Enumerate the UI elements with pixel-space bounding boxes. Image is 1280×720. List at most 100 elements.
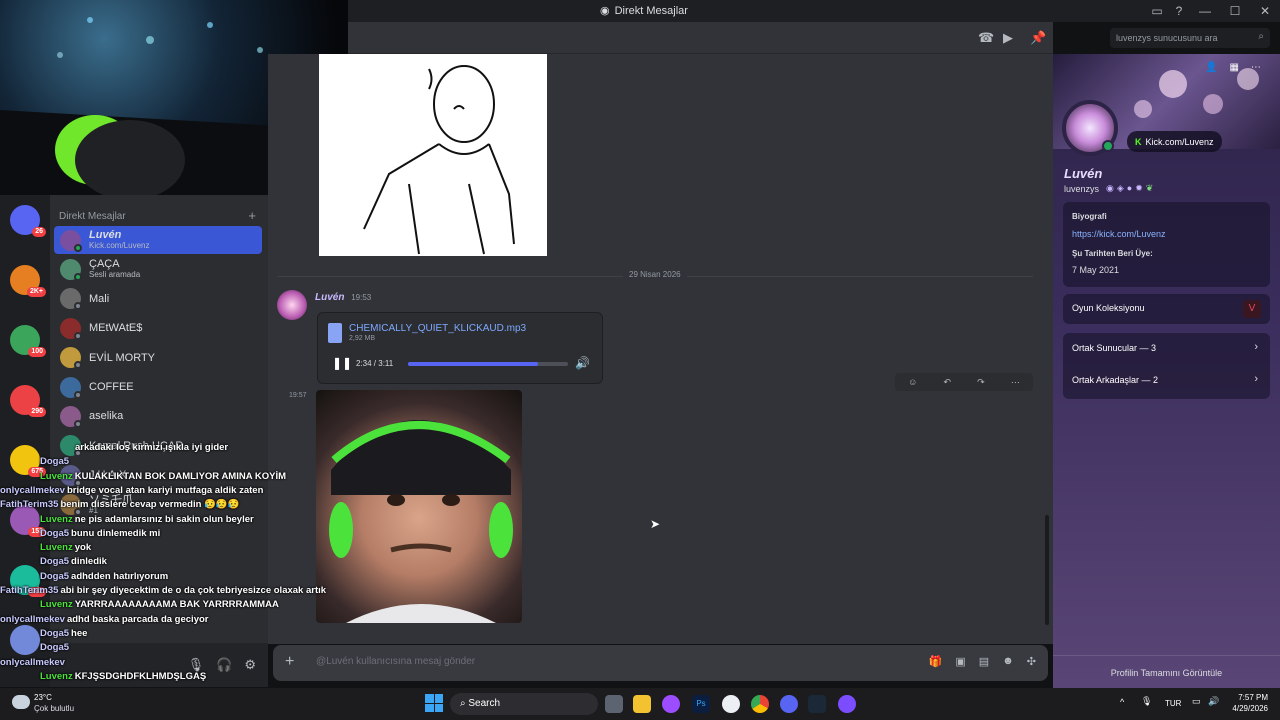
badge-icon[interactable]: ◉ (1106, 183, 1114, 194)
audio-progress-track[interactable] (408, 362, 568, 366)
dm-item[interactable]: MEtWAtE$ (54, 314, 262, 342)
overlay-chat-line: Doga5 dinledik (40, 556, 107, 567)
maximize-button[interactable]: ☐ (1220, 0, 1250, 22)
dm-name: EVİL MORTY (89, 351, 156, 364)
status-dot (74, 390, 82, 399)
inbox-icon[interactable]: ▭ (1146, 0, 1168, 22)
overlay-chat-line: Doga5 (40, 456, 71, 467)
apps-icon[interactable]: ✣ (1027, 655, 1036, 668)
app-icon[interactable] (722, 695, 740, 713)
overlay-chat-line: Doga5 hee (40, 628, 87, 639)
leaf-badge-icon[interactable]: ❦ (1146, 183, 1154, 194)
server-icon[interactable]: 100 (10, 325, 46, 357)
windows-start-icon[interactable] (425, 694, 443, 712)
app-icon[interactable] (838, 695, 856, 713)
message-time: 19:53 (351, 293, 372, 302)
chat-username: Doga5 (40, 570, 70, 582)
dm-item[interactable]: EVİL MORTY (54, 344, 262, 372)
reaction-icon[interactable]: ☺ (908, 377, 917, 387)
chat-message: adhdden hatırlıyorum (71, 570, 169, 582)
video-call-icon[interactable]: ▶ (1003, 30, 1013, 46)
language-indicator[interactable]: TUR (1165, 699, 1181, 708)
volume-icon[interactable]: 🔊 (1208, 696, 1219, 707)
task-view-icon[interactable] (605, 695, 623, 713)
photoshop-icon[interactable]: Ps (692, 695, 710, 713)
badge-icon[interactable]: ● (1127, 183, 1132, 194)
view-full-profile[interactable]: Profilin Tamamını Görüntüle (1053, 655, 1280, 688)
minimize-button[interactable]: — (1190, 0, 1220, 22)
dm-item[interactable]: Luvén Kick.com/Luvenz (54, 226, 262, 254)
discord-icon[interactable] (780, 695, 798, 713)
message-input[interactable]: + @Luvén kullanıcısına mesaj gönder 🎁 ▣ … (273, 645, 1048, 681)
more-icon[interactable]: ⋯ (1011, 377, 1020, 388)
microphone-icon[interactable]: 🎙 (1141, 696, 1152, 707)
dm-item[interactable]: Mali (54, 285, 262, 313)
pin-icon[interactable]: 📌 (1030, 30, 1046, 46)
taskbar-search[interactable]: ⌕ Search (450, 693, 598, 715)
badge-icon[interactable]: ✹ (1135, 183, 1143, 194)
status-dot (74, 419, 82, 428)
chat-header: ☎ ▶ 📌 (348, 22, 1053, 54)
chat-username: Luvenz (40, 513, 73, 525)
pause-icon[interactable]: ❚❚ (332, 356, 352, 370)
audio-filename[interactable]: CHEMICALLY_QUIET_KLICKAUD.mp3 (349, 323, 526, 334)
close-button[interactable]: ✕ (1250, 0, 1280, 22)
chevron-right-icon: › (1254, 373, 1258, 385)
chrome-icon[interactable] (751, 695, 769, 713)
dm-item[interactable]: aselika (54, 402, 262, 430)
chat-message: KULAKLIKTAN BOK DAMLIYOR AMINA KOYİM (74, 470, 287, 482)
more-icon[interactable]: ⋯ (1251, 62, 1261, 73)
server-icon[interactable]: 290 (10, 385, 46, 417)
mutual-friends[interactable]: Ortak Arkadaşlar — 2 (1072, 375, 1158, 385)
badge-icon[interactable]: ◈ (1117, 183, 1124, 194)
overlay-chat-line: Luvenz ne pis adamlarsınız bi sakin olun … (40, 514, 254, 525)
sticker-icon[interactable]: ▤ (979, 655, 989, 668)
chat-message: bridge vocal atan kariyi mutfaga aldik z… (66, 484, 264, 496)
dm-item[interactable]: ÇAÇA Sesli aramada (54, 255, 262, 283)
chevron-up-icon[interactable]: ^ (1120, 697, 1124, 707)
network-icon[interactable]: ▭ (1192, 696, 1201, 707)
mutual-servers[interactable]: Ortak Sunucular — 3 (1072, 343, 1156, 353)
overlay-chat-line: Luvenz KFJŞSDGHDFKLHMDŞLGAŞ (40, 671, 206, 682)
add-dm-button[interactable]: + (248, 208, 256, 223)
status-dot (74, 331, 82, 340)
bio-link[interactable]: https://kick.com/Luvenz (1072, 229, 1166, 239)
overlay-chat-line: onlycallmekev (0, 657, 67, 668)
game-collection-card[interactable]: Oyun Koleksiyonu V (1063, 294, 1270, 324)
help-icon[interactable]: ? (1168, 0, 1190, 22)
app-icon[interactable] (662, 695, 680, 713)
search-input[interactable]: luvenzys sunucusunu ara ⌕ (1110, 28, 1270, 48)
chevron-right-icon: › (1254, 341, 1258, 353)
chat-message: benim disslere cevap vermedin 😥😥😥 (60, 499, 240, 511)
add-friend-icon[interactable]: 👤 (1205, 62, 1217, 73)
kick-connection[interactable]: K Kick.com/Luvenz (1127, 131, 1222, 152)
clock[interactable]: 7:57 PM 4/29/2026 (1228, 693, 1268, 713)
phone-call-icon[interactable]: ☎ (978, 30, 994, 46)
reply-icon[interactable]: ↶ (943, 377, 951, 388)
member-since: 7 May 2021 (1072, 265, 1120, 275)
gift-icon[interactable]: ▦ (1229, 62, 1238, 73)
message-avatar[interactable] (277, 290, 307, 320)
chat-message: YARRRAAAAAAAAMA BAK YARRRRAMMAA (74, 599, 279, 611)
forward-icon[interactable]: ↷ (977, 377, 985, 388)
server-icon[interactable]: 2K+ (10, 265, 46, 297)
dm-item[interactable]: COFFEE (54, 373, 262, 401)
profile-avatar[interactable] (1062, 100, 1118, 156)
overlay-chat-line: onlycallmekev bridge vocal atan kariyi mu… (0, 485, 263, 496)
message-author[interactable]: Luvén (315, 292, 344, 303)
chat-message: KFJŞSDGHDFKLHMDŞLGAŞ (74, 670, 207, 682)
sketch-image[interactable] (319, 54, 547, 256)
emoji-icon[interactable]: ☻ (1002, 655, 1014, 668)
chat-username: FatihTerim35 (0, 499, 59, 511)
volume-icon[interactable]: 🔊 (575, 356, 590, 370)
server-icon[interactable]: 26 (10, 205, 46, 237)
server-badge: 290 (28, 407, 46, 417)
chat-username: Doga5 (40, 556, 70, 568)
gift-icon[interactable]: 🎁 (929, 655, 943, 668)
audio-size: 2,92 MB (349, 335, 376, 342)
steam-icon[interactable] (808, 695, 826, 713)
file-explorer-icon[interactable] (633, 695, 651, 713)
chat-scrollbar[interactable] (1045, 515, 1049, 625)
chat-message: hee (71, 627, 88, 639)
gif-icon[interactable]: ▣ (955, 655, 965, 668)
